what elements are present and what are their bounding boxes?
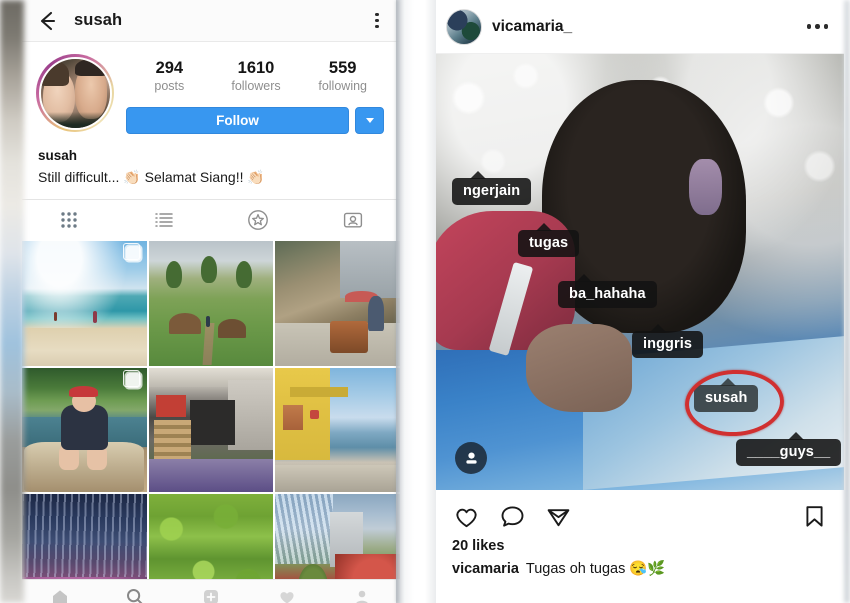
multi-post-icon	[122, 242, 141, 261]
stat-followers-value: 1610	[237, 59, 275, 77]
post-caption: vicamaria Tugas oh tugas 😪🌿	[436, 554, 844, 577]
profile-post-grid	[22, 240, 400, 603]
panel-divider	[396, 0, 436, 603]
nav-activity-heart-icon[interactable]	[276, 586, 298, 603]
tab-grid[interactable]	[22, 200, 117, 241]
list-icon	[155, 213, 173, 228]
profile-stats-column: 294 posts 1610 followers 559 following F…	[114, 54, 386, 135]
photo-tag[interactable]: ____guys__	[736, 432, 842, 466]
post-author-avatar[interactable]	[446, 8, 482, 45]
post-topbar: vicamaria_	[436, 0, 844, 54]
profile-stats: 294 posts 1610 followers 559 following	[126, 54, 386, 95]
share-button[interactable]	[544, 502, 572, 530]
photo-tag[interactable]: tugas	[518, 223, 580, 257]
heart-icon	[455, 508, 477, 527]
nav-profile-icon[interactable]	[351, 586, 373, 603]
grid-post[interactable]	[148, 367, 274, 493]
share-paperplane-icon	[547, 508, 569, 526]
profile-tabbar	[22, 198, 401, 241]
page-title: susah	[74, 11, 123, 29]
star-circle-icon	[248, 210, 269, 231]
caption-username[interactable]: vicamaria	[452, 561, 519, 577]
grid-post[interactable]	[148, 240, 274, 366]
stat-posts[interactable]: 294 posts	[126, 58, 213, 95]
profile-panel: susah 294 posts 1610 followers 559 follo…	[22, 0, 400, 603]
grid-post[interactable]	[275, 240, 400, 366]
nav-home-icon[interactable]	[49, 586, 71, 603]
caption-text: Tugas oh tugas 😪🌿	[525, 561, 666, 577]
tab-list[interactable]	[117, 200, 212, 241]
post-image-hair-tie	[688, 158, 722, 216]
like-button[interactable]	[452, 502, 480, 530]
post-author-username[interactable]: vicamaria_	[492, 18, 572, 36]
stat-posts-value: 294	[155, 59, 184, 77]
more-options-icon[interactable]	[806, 24, 828, 29]
profile-options-dropdown-button[interactable]	[355, 107, 384, 135]
profile-bio: susah Still difficult... 👏🏻 Selamat Sian…	[22, 134, 400, 187]
grid-post[interactable]	[22, 367, 147, 493]
nav-search-icon[interactable]	[124, 586, 146, 603]
photo-tag[interactable]: inggris	[632, 324, 704, 358]
comment-button[interactable]	[498, 502, 526, 530]
photo-tag-highlighted[interactable]: susah	[694, 378, 759, 412]
post-actions	[436, 490, 844, 536]
tab-featured[interactable]	[211, 200, 306, 241]
profile-header: 294 posts 1610 followers 559 following F…	[22, 42, 400, 135]
grid-post[interactable]	[22, 240, 147, 366]
tab-tagged[interactable]	[306, 200, 401, 241]
bio-display-name: susah	[38, 148, 78, 164]
grid-icon	[61, 212, 77, 229]
photo-tag[interactable]: ngerjain	[452, 171, 532, 205]
chevron-down-icon	[365, 118, 374, 124]
like-count: 20 likes	[452, 538, 505, 554]
profile-action-row: Follow	[126, 107, 386, 135]
screenshot-root: susah 294 posts 1610 followers 559 follo…	[0, 0, 850, 603]
right-edge-blur	[844, 0, 850, 603]
post-image[interactable]: ngerjain tugas ba_hahaha inggris susah _…	[436, 54, 844, 490]
post-image-hand	[525, 324, 632, 412]
tagged-people-icon[interactable]	[455, 442, 487, 474]
profile-topbar: susah	[22, 0, 400, 42]
bottom-navigation	[22, 579, 400, 603]
nav-add-post-icon[interactable]	[200, 586, 222, 603]
post-panel: vicamaria_ ngerjain tugas ba_hahaha ingg…	[436, 0, 844, 603]
stat-following-value: 559	[328, 59, 357, 77]
back-arrow-icon[interactable]	[34, 8, 60, 34]
avatar-image	[38, 56, 112, 130]
left-edge-blur	[0, 0, 24, 603]
stat-followers-label: followers	[231, 79, 281, 94]
photo-tag[interactable]: ba_hahaha	[558, 274, 657, 308]
stat-following-label: following	[318, 79, 367, 94]
grid-post[interactable]	[275, 367, 400, 493]
comment-icon	[501, 505, 523, 527]
bio-description: Still difficult... 👏🏻 Selamat Siang!! 👏🏻	[38, 168, 265, 185]
multi-post-icon	[122, 369, 141, 388]
stat-posts-label: posts	[154, 79, 185, 94]
avatar[interactable]	[36, 54, 114, 132]
stat-followers[interactable]: 1610 followers	[213, 58, 300, 95]
bookmark-icon	[805, 505, 823, 527]
follow-button[interactable]: Follow	[126, 107, 349, 135]
stat-following[interactable]: 559 following	[299, 58, 386, 95]
tagged-person-icon	[343, 213, 362, 228]
save-button[interactable]	[800, 502, 828, 530]
kebab-menu-icon[interactable]	[368, 10, 386, 32]
